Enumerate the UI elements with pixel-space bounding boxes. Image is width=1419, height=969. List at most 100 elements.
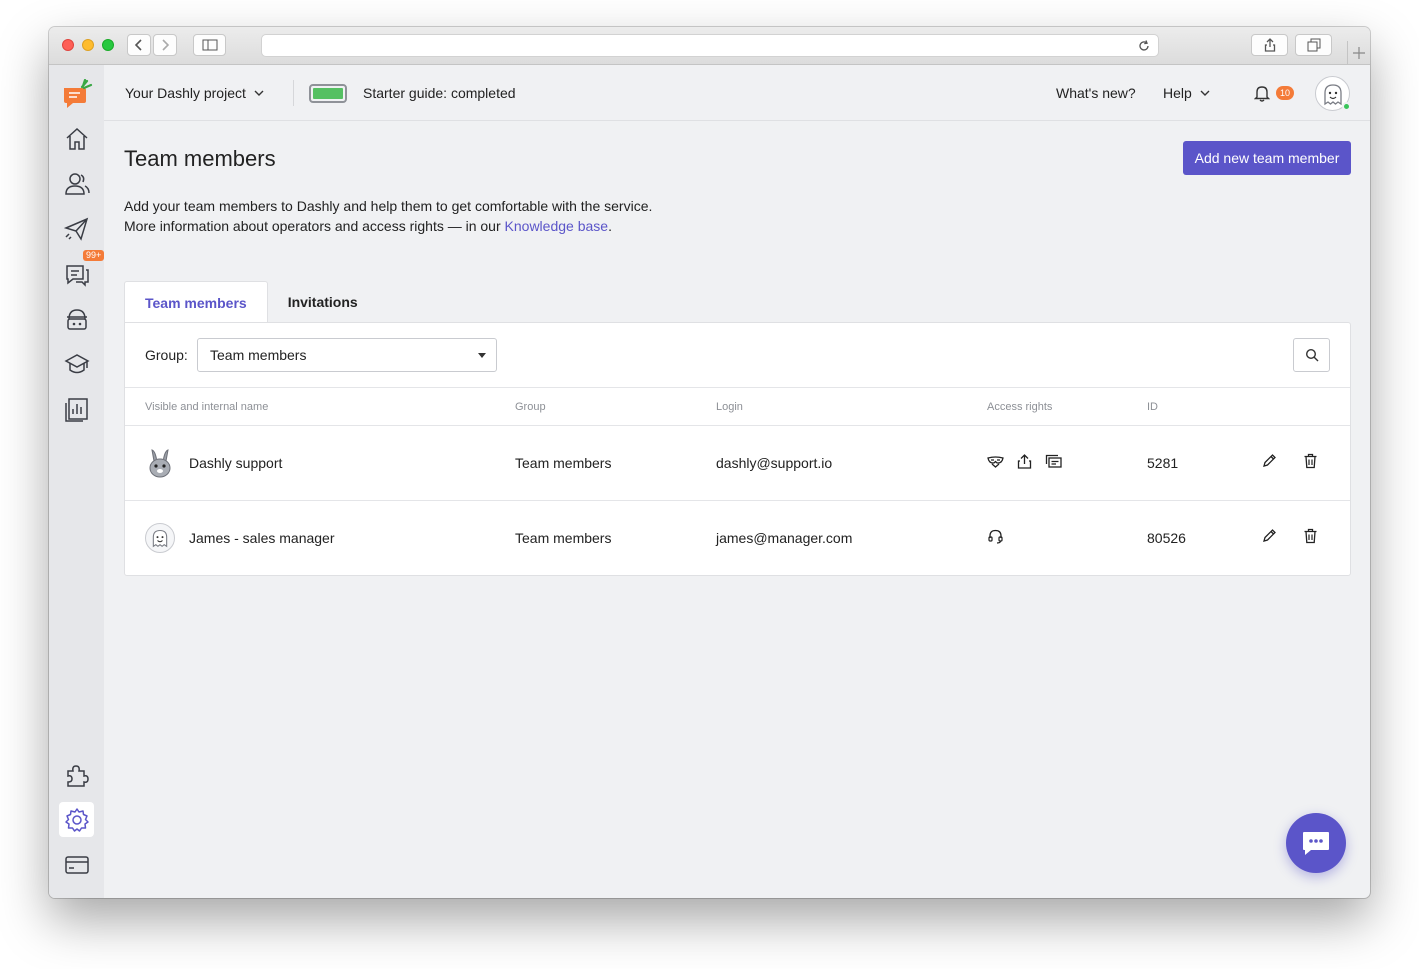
reports-icon: [64, 397, 88, 422]
edit-pencil-icon[interactable]: [1262, 528, 1277, 543]
group-filter-label: Group:: [145, 347, 188, 363]
project-label: Your Dashly project: [125, 85, 246, 101]
delete-trash-icon[interactable]: [1303, 453, 1318, 469]
column-header-login: Login: [716, 401, 743, 413]
share-icon: [1264, 38, 1275, 52]
paper-plane-icon: [63, 217, 88, 241]
puzzle-icon: [66, 764, 89, 787]
project-selector[interactable]: Your Dashly project: [125, 85, 264, 101]
minimize-window-button[interactable]: [82, 39, 94, 51]
address-bar[interactable]: [261, 34, 1159, 57]
tab-team-members[interactable]: Team members: [124, 281, 268, 323]
page-title: Team members: [124, 146, 276, 171]
sidebar-toggle-button[interactable]: [193, 34, 226, 56]
description-suffix: .: [608, 218, 612, 234]
member-id: 80526: [1147, 530, 1186, 546]
reload-icon[interactable]: [1137, 39, 1151, 53]
back-button[interactable]: [127, 34, 151, 56]
team-members-panel: Group: Team members Visible and internal…: [124, 322, 1351, 576]
chat-widget-button[interactable]: [1286, 813, 1346, 873]
column-header-group: Group: [515, 401, 546, 413]
sidebar-item-billing[interactable]: [59, 847, 94, 882]
sidebar-item-settings[interactable]: [59, 802, 94, 837]
tabs-icon: [1307, 38, 1320, 52]
plus-icon: [1352, 47, 1365, 59]
member-name: James - sales manager: [189, 530, 335, 546]
sidebar-item-campaigns[interactable]: [59, 211, 94, 246]
help-menu[interactable]: Help: [1163, 85, 1210, 101]
table-row: Dashly support Team members dashly@suppo…: [125, 426, 1350, 501]
billing-card-icon: [64, 855, 89, 874]
add-team-member-button[interactable]: Add new team member: [1183, 141, 1351, 175]
chevron-left-icon: [134, 39, 142, 51]
app-header: Your Dashly project Starter guide: compl…: [104, 65, 1370, 121]
conversations-icon: [1045, 454, 1062, 468]
settings-gear-icon: [64, 807, 89, 832]
share-button[interactable]: [1251, 34, 1288, 56]
column-header-access-rights: Access rights: [987, 401, 1053, 413]
search-button[interactable]: [1293, 338, 1330, 372]
tabs-overview-button[interactable]: [1295, 34, 1332, 56]
starter-guide-status[interactable]: Starter guide: completed: [363, 85, 516, 101]
chevron-down-icon: [254, 90, 264, 96]
chevron-down-icon: [1200, 90, 1210, 96]
app-sidebar: 99+: [49, 65, 105, 898]
bunny-avatar-icon: [149, 449, 171, 478]
group-select[interactable]: Team members: [197, 338, 497, 372]
column-header-name: Visible and internal name: [145, 401, 269, 413]
ghost-avatar-icon: [1323, 83, 1342, 105]
delete-trash-icon[interactable]: [1303, 528, 1318, 544]
table-header: Visible and internal name Group Login Ac…: [125, 388, 1350, 426]
sidebar-item-home[interactable]: [59, 121, 94, 156]
browser-window: 99+ Your Dashly project Starter guide: c…: [49, 27, 1370, 898]
description-text: More information about operators and acc…: [124, 218, 505, 234]
member-login: james@manager.com: [716, 530, 853, 546]
access-rights-icons: [987, 528, 1004, 545]
bell-icon[interactable]: [1254, 84, 1270, 102]
superhero-mask-icon: [987, 456, 1004, 468]
dashly-logo[interactable]: [59, 77, 94, 112]
ghost-avatar-icon: [152, 529, 168, 548]
help-label: Help: [1163, 85, 1192, 101]
access-rights-icons: [987, 453, 1062, 470]
caret-down-icon: [478, 353, 486, 358]
forward-button[interactable]: [153, 34, 177, 56]
home-icon: [65, 127, 88, 150]
member-id: 5281: [1147, 455, 1179, 471]
starter-guide-progress[interactable]: [309, 84, 347, 103]
upload-icon: [1017, 454, 1032, 469]
sidebar-item-people[interactable]: [59, 166, 94, 201]
tab-invitations[interactable]: Invitations: [268, 281, 378, 323]
member-group: Team members: [515, 455, 612, 471]
sidebar-item-chatbot[interactable]: [59, 301, 94, 336]
sidebar-item-academy[interactable]: [59, 346, 94, 381]
bunny-avatar: [145, 448, 175, 478]
browser-titlebar: [49, 27, 1370, 65]
sidebar-item-integrations[interactable]: [59, 757, 94, 792]
description-line-1: Add your team members to Dashly and help…: [124, 198, 653, 214]
carrot-logo-icon: [63, 78, 92, 108]
robot-icon: [66, 308, 87, 330]
table-row: James - sales manager Team members james…: [125, 501, 1350, 576]
knowledge-base-link[interactable]: Knowledge base: [505, 218, 609, 234]
group-select-value: Team members: [210, 347, 307, 363]
main-content: Team members Add new team member Add you…: [104, 122, 1370, 898]
member-group: Team members: [515, 530, 612, 546]
sidebar-icon: [202, 39, 217, 51]
edit-pencil-icon[interactable]: [1262, 453, 1277, 468]
page-description: Add your team members to Dashly and help…: [124, 196, 652, 236]
whats-new-link[interactable]: What's new?: [1056, 85, 1136, 101]
column-header-id: ID: [1147, 401, 1158, 413]
chat-icon: [65, 264, 89, 287]
online-status-dot: [1342, 102, 1351, 111]
ghost-avatar: [145, 523, 175, 553]
new-tab-button[interactable]: [1347, 41, 1369, 65]
search-icon: [1305, 348, 1318, 362]
sidebar-item-conversations[interactable]: 99+: [59, 250, 105, 291]
close-window-button[interactable]: [62, 39, 74, 51]
chat-bubble-icon: [1303, 832, 1329, 855]
description-line-2: More information about operators and acc…: [124, 216, 652, 236]
sidebar-item-reports[interactable]: [59, 391, 94, 426]
headset-icon: [988, 529, 1003, 544]
zoom-window-button[interactable]: [102, 39, 114, 51]
